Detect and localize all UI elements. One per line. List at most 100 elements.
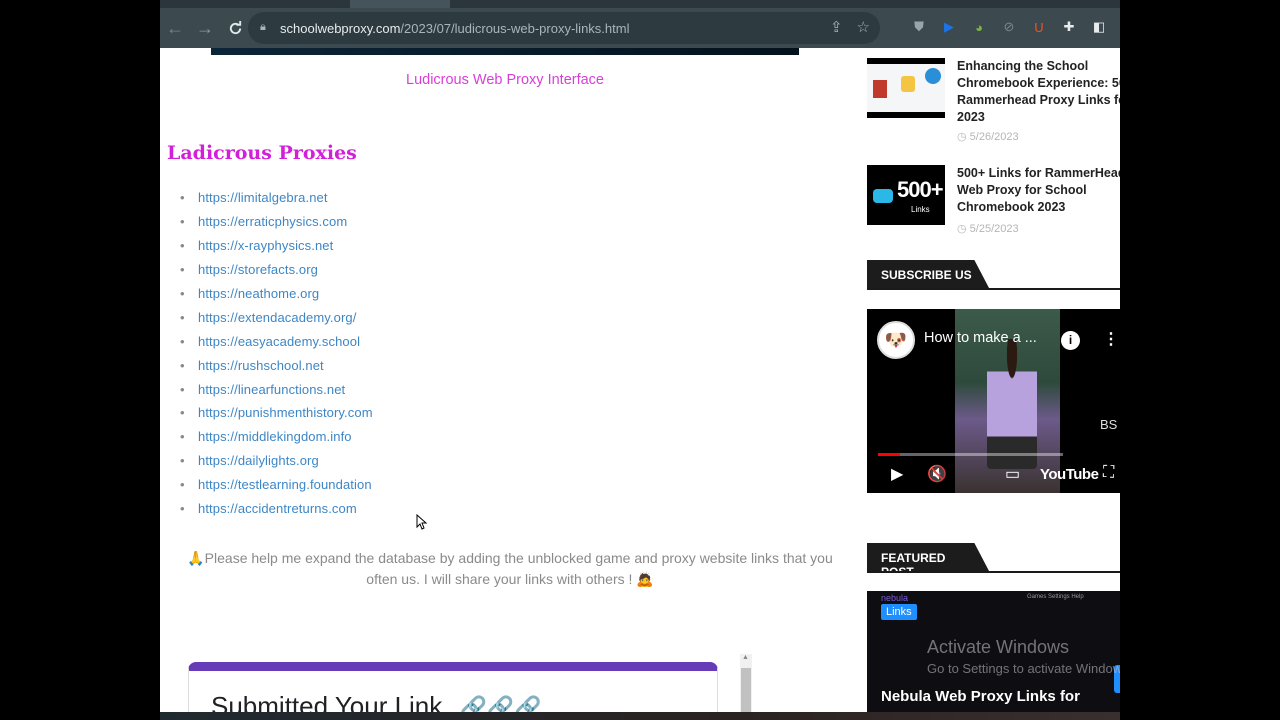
bullet-icon: • (180, 477, 185, 493)
channel-avatar[interactable]: 🐶 (877, 321, 915, 359)
video-person (987, 339, 1037, 469)
video-controls: ▶ 🔇 ▭ YouTube ⛶ (867, 464, 1120, 490)
proxy-list-item: • https://extendacademy.org/ (180, 305, 373, 329)
reload-button[interactable] (220, 13, 250, 43)
bullet-icon: • (180, 429, 185, 445)
address-bar[interactable]: 🔒︎ schoolwebproxy.com/2023/07/ludicrous-… (248, 12, 880, 44)
bullet-icon: • (180, 190, 185, 206)
share-icon[interactable]: ⇪ (830, 18, 843, 36)
video-title[interactable]: How to make a ... (924, 330, 1037, 346)
featured-widget-header: FEATURED POST (867, 543, 1120, 573)
post-thumbnail[interactable] (867, 58, 945, 118)
blocked-extension-icon[interactable]: ⊘ (1000, 18, 1018, 36)
proxy-list-item: • https://limitalgebra.net (180, 186, 373, 210)
bullet-icon: • (180, 333, 185, 349)
proxy-link[interactable]: https://punishmenthistory.com (198, 405, 373, 420)
proxy-link[interactable]: https://neathome.org (198, 286, 319, 301)
proxy-list-item: • https://linearfunctions.net (180, 377, 373, 401)
pray-emoji-icon: 🙏 (187, 550, 205, 566)
u-extension-icon[interactable]: U (1030, 18, 1048, 36)
url-path: /2023/07/ludicrous-web-proxy-links.html (400, 20, 630, 36)
proxy-list-item: • https://dailylights.org (180, 449, 373, 473)
proxy-link[interactable]: https://accidentreturns.com (198, 501, 357, 516)
taskbar (160, 712, 1120, 720)
info-icon[interactable]: i (1061, 331, 1080, 350)
bookmark-star-icon[interactable]: ☆ (857, 18, 870, 36)
proxy-link[interactable]: https://limitalgebra.net (198, 190, 328, 205)
bullet-icon: • (180, 381, 185, 397)
scrollbar-thumb[interactable] (741, 668, 751, 714)
image-caption: Ludicrous Web Proxy Interface (406, 72, 604, 88)
web-page: Ludicrous Web Proxy Interface Ladicrous … (160, 48, 1120, 720)
proxy-link[interactable]: https://testlearning.foundation (198, 477, 372, 492)
proxy-list-item: • https://rushschool.net (180, 353, 373, 377)
proxy-link[interactable]: https://linearfunctions.net (198, 382, 345, 397)
clock-icon: ◷ (957, 131, 970, 143)
proxy-link[interactable]: https://easyacademy.school (198, 334, 360, 349)
help-message: 🙏Please help me expand the database by a… (170, 548, 850, 590)
featured-post-title[interactable]: Nebula Web Proxy Links for (881, 688, 1080, 705)
proxy-list-item: • https://middlekingdom.info (180, 425, 373, 449)
proxy-link[interactable]: https://x-rayphysics.net (198, 238, 333, 253)
blue-play-extension-icon[interactable]: ▶ (940, 18, 958, 36)
recent-post[interactable]: Enhancing the School Chromebook Experien… (867, 58, 1120, 148)
proxy-link[interactable]: https://rushschool.net (198, 358, 324, 373)
proxy-list-item: • https://erraticphysics.com (180, 210, 373, 234)
active-tab[interactable] (350, 0, 450, 8)
bullet-icon: • (180, 453, 185, 469)
proxy-link[interactable]: https://middlekingdom.info (198, 429, 352, 444)
proxy-link[interactable]: https://dailylights.org (198, 453, 319, 468)
scroll-up-arrow-icon[interactable]: ▲ (742, 654, 749, 661)
shield-extension-icon[interactable]: ⛊ (910, 18, 928, 36)
bow-emoji-icon: 🙇 (636, 571, 654, 587)
browser-window: ← → 🔒︎ schoolwebproxy.com/2023/07/ludicr… (160, 0, 1120, 720)
recent-post[interactable]: 500+ Links 500+ Links for RammerHead Web… (867, 165, 1120, 240)
bullet-icon: • (180, 286, 185, 301)
post-title[interactable]: 500+ Links for RammerHead Web Proxy for … (957, 165, 1120, 216)
post-thumbnail[interactable]: 500+ Links (867, 165, 945, 225)
featured-accent (1114, 665, 1120, 693)
featured-post[interactable]: nebula Games Settings Help Links Nebula … (867, 591, 1120, 716)
extensions-puzzle-icon[interactable]: ✚ (1060, 18, 1078, 36)
youtube-embed[interactable]: 🐶 How to make a ... i ⋮ BS ▶ 🔇 ▭ YouTube… (867, 309, 1120, 493)
proxy-link[interactable]: https://erraticphysics.com (198, 214, 347, 229)
extension-bar: ⛊ ▶ ◕ ⊘ U ✚ ◧ (910, 18, 1108, 36)
bullet-icon: • (180, 238, 185, 254)
youtube-logo[interactable]: YouTube (1040, 466, 1099, 483)
lock-icon: 🔒︎ (260, 21, 266, 33)
bullet-icon: • (180, 309, 185, 325)
forward-button[interactable]: → (190, 13, 220, 43)
reload-icon (229, 20, 241, 34)
more-options-icon[interactable]: ⋮ (1103, 329, 1119, 349)
proxy-link[interactable]: https://extendacademy.org/ (198, 310, 356, 325)
captions-icon[interactable]: ▭ (1005, 464, 1020, 484)
section-title: Ladicrous Proxies (167, 142, 357, 164)
nebula-logo: nebula (881, 593, 909, 603)
proxy-list-item: • https://easyacademy.school (180, 329, 373, 353)
green-globe-extension-icon[interactable]: ◕ (970, 18, 988, 36)
side-panel-icon[interactable]: ◧ (1090, 18, 1108, 36)
form-scrollbar[interactable]: ▲ (740, 654, 752, 714)
mute-icon[interactable]: 🔇 (927, 464, 947, 484)
proxy-list-item: • https://accidentreturns.com (180, 497, 373, 521)
article-image (211, 48, 799, 55)
fullscreen-icon[interactable]: ⛶ (1103, 464, 1114, 482)
bullet-icon: • (180, 262, 185, 278)
video-watermark: BS (1100, 417, 1118, 432)
video-progress-bar[interactable] (878, 453, 1063, 456)
subscribe-widget-header: SUBSCRIBE US (867, 260, 1120, 290)
back-button[interactable]: ← (160, 13, 190, 43)
links-badge[interactable]: Links (881, 604, 917, 620)
back-arrow-icon: ← (166, 17, 184, 38)
bullet-icon: • (180, 214, 185, 230)
proxy-list-item: • https://testlearning.foundation (180, 473, 373, 497)
proxy-link[interactable]: https://storefacts.org (198, 262, 318, 277)
subscribe-heading: SUBSCRIBE US (867, 260, 989, 288)
clock-icon: ◷ (957, 223, 970, 235)
post-title[interactable]: Enhancing the School Chromebook Experien… (957, 58, 1120, 126)
browser-toolbar: ← → 🔒︎ schoolwebproxy.com/2023/07/ludicr… (160, 8, 1120, 48)
video-progress-fill (878, 453, 901, 456)
proxy-list-item: • https://punishmenthistory.com (180, 401, 373, 425)
proxy-list-item: • https://neathome.org (180, 282, 373, 306)
play-icon[interactable]: ▶ (891, 464, 903, 484)
